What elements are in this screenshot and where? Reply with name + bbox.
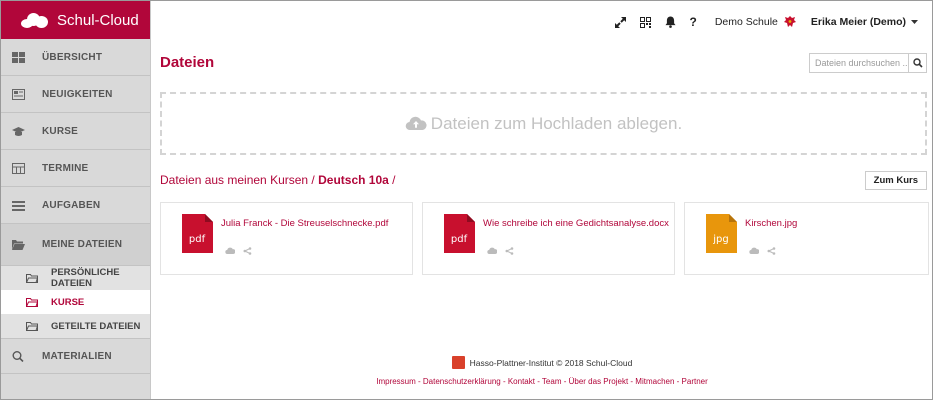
user-name: Erika Meier (Demo) [810, 16, 906, 28]
dropzone-text: Dateien zum Hochladen ablegen. [430, 113, 683, 133]
app-window: Schul-Cloud ÜBERSICHT NEUIGKEITEN KURSE … [0, 0, 933, 400]
folder-icon [26, 273, 38, 283]
sidebar-item-neuigkeiten[interactable]: NEUIGKEITEN [1, 76, 150, 113]
calendar-icon [12, 162, 25, 174]
jpg-file-icon: jpg [706, 214, 737, 253]
notifications-button[interactable] [665, 16, 676, 28]
sidebar-item-meine-dateien[interactable]: MEINE DATEIEN [1, 224, 150, 266]
sidebar-subitem-geteilte-dateien[interactable]: GETEILTE DATEIEN [1, 314, 150, 338]
folder-icon [26, 297, 38, 307]
search-input[interactable]: Dateien durchsuchen ... [809, 53, 927, 73]
file-actions [487, 247, 514, 255]
file-name[interactable]: Kirschen.jpg [745, 218, 797, 229]
sidebar-item-label: TERMINE [42, 162, 89, 174]
sidebar-item-label: ÜBERSICHT [42, 51, 103, 63]
share-icon[interactable] [767, 247, 776, 255]
svg-text:pdf: pdf [451, 234, 468, 245]
footer-copyright: Hasso-Plattner-Institut © 2018 Schul-Clo… [152, 356, 932, 369]
breadcrumb: Dateien aus meinen Kursen / Deutsch 10a … [160, 173, 396, 187]
file-list: pdf Julia Franck - Die Streuselschnecke.… [160, 202, 929, 275]
file-actions [225, 247, 252, 255]
cloud-logo-icon [21, 11, 49, 29]
footer-copyright-text: Hasso-Plattner-Institut © 2018 Schul-Clo… [469, 357, 633, 368]
user-menu[interactable]: Erika Meier (Demo) [811, 16, 918, 28]
topbar: ? Demo Schule Erika Meier (Demo) [152, 1, 932, 43]
sidebar-subitem-label: KURSE [51, 296, 85, 308]
brand-logo-link[interactable]: Schul-Cloud [1, 1, 150, 39]
tasks-icon [12, 200, 25, 211]
svg-text:pdf: pdf [189, 234, 206, 245]
sidebar-item-label: AUFGABEN [42, 199, 101, 211]
pdf-file-icon: pdf [444, 214, 475, 253]
search-icon [12, 350, 24, 362]
file-actions [749, 247, 776, 255]
page-title: Dateien [160, 54, 215, 71]
file-name[interactable]: Wie schreibe ich eine Gedichtsanalyse.do… [483, 218, 669, 229]
footer: Hasso-Plattner-Institut © 2018 Schul-Clo… [152, 356, 932, 386]
sidebar-subitem-persoenliche-dateien[interactable]: PERSÖNLICHE DATEIEN [1, 266, 150, 290]
school-crest-icon [783, 16, 796, 27]
search-placeholder: Dateien durchsuchen ... [815, 58, 908, 68]
fullscreen-button[interactable] [614, 16, 626, 28]
sidebar-item-label: NEUIGKEITEN [42, 88, 113, 100]
sidebar-item-termine[interactable]: TERMINE [1, 150, 150, 187]
file-name[interactable]: Julia Franck - Die Streuselschnecke.pdf [221, 218, 388, 229]
question-mark-icon: ? [689, 15, 697, 29]
sidebar-item-label: MATERIALIEN [42, 350, 112, 362]
sidebar-subitem-label: PERSÖNLICHE DATEIEN [51, 267, 120, 289]
cloud-download-icon[interactable] [487, 247, 497, 255]
school-selector[interactable]: Demo Schule [715, 15, 797, 29]
file-card[interactable]: pdf Wie schreibe ich eine Gedichtsanalys… [422, 202, 675, 275]
qr-code-icon [639, 16, 651, 28]
sidebar-item-kurse[interactable]: KURSE [1, 113, 150, 150]
bell-icon [665, 16, 675, 28]
cloud-download-icon[interactable] [225, 247, 235, 255]
sidebar-item-label: KURSE [42, 125, 79, 137]
share-icon[interactable] [505, 247, 514, 255]
sidebar-item-label: MEINE DATEIEN [42, 239, 123, 250]
sidebar-subitem-label: GETEILTE DATEIEN [51, 320, 141, 332]
newspaper-icon [12, 88, 25, 100]
search-button[interactable] [908, 54, 926, 72]
folder-icon [26, 321, 38, 331]
breadcrumb-root[interactable]: Dateien aus meinen Kursen / [160, 173, 315, 187]
file-card[interactable]: jpg Kirschen.jpg [684, 202, 929, 275]
chevron-down-icon [911, 19, 918, 24]
upload-dropzone[interactable]: Dateien zum Hochladen ablegen. [160, 92, 927, 155]
help-button[interactable]: ? [690, 15, 697, 29]
zum-kurs-button[interactable]: Zum Kurs [864, 171, 927, 190]
main-content: Dateien Dateien durchsuchen ... Dateien … [152, 43, 932, 399]
dashboard-icon [12, 51, 25, 63]
footer-links[interactable]: Impressum - Datenschutzerklärung - Konta… [152, 377, 932, 386]
search-icon [912, 58, 923, 68]
hpi-logo-icon [451, 356, 465, 369]
cloud-download-icon[interactable] [749, 247, 759, 255]
sidebar-item-aufgaben[interactable]: AUFGABEN [1, 187, 150, 224]
sidebar-subitem-kurse[interactable]: KURSE [1, 290, 150, 314]
breadcrumb-separator: / [392, 173, 396, 187]
svg-text:jpg: jpg [712, 234, 728, 245]
sidebar-item-materialien[interactable]: MATERIALIEN [1, 338, 150, 374]
qr-code-button[interactable] [639, 16, 651, 28]
graduation-cap-icon [12, 126, 25, 136]
breadcrumb-current[interactable]: Deutsch 10a [318, 173, 389, 187]
file-card[interactable]: pdf Julia Franck - Die Streuselschnecke.… [160, 202, 413, 275]
sidebar: Schul-Cloud ÜBERSICHT NEUIGKEITEN KURSE … [1, 1, 151, 399]
share-icon[interactable] [243, 247, 252, 255]
expand-icon [614, 16, 626, 28]
folder-open-icon [12, 240, 25, 250]
cloud-upload-icon [405, 116, 427, 131]
school-name: Demo Schule [714, 16, 778, 28]
sidebar-item-uebersicht[interactable]: ÜBERSICHT [1, 39, 150, 76]
pdf-file-icon: pdf [182, 214, 213, 253]
brand-name: Schul-Cloud [57, 11, 139, 29]
